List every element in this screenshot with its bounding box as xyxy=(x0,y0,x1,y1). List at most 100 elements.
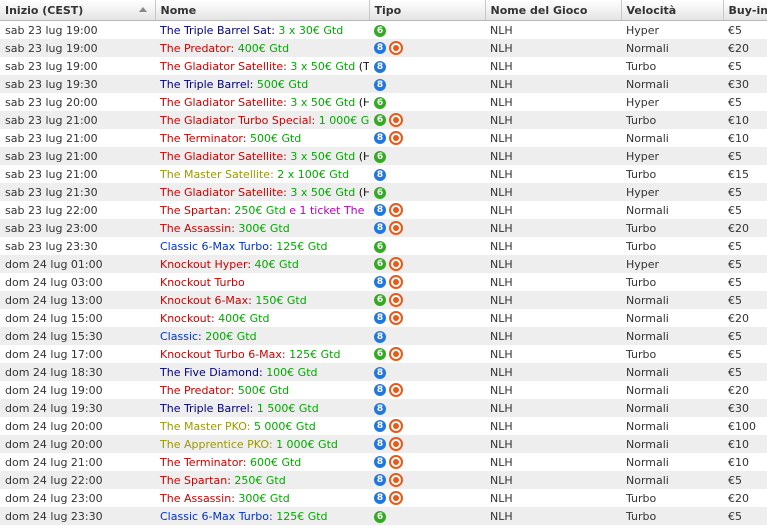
name-segment: Knockout xyxy=(160,311,211,325)
name-segment: The Gladiator Turbo Special xyxy=(160,113,312,127)
name-segment: (Hyper) xyxy=(358,95,369,109)
table-row[interactable]: sab 23 lug 21:00 The Master Satellite: 2 … xyxy=(0,165,767,183)
speed-cell: Normali xyxy=(621,39,723,57)
table-row[interactable]: sab 23 lug 20:00 The Gladiator Satellite:… xyxy=(0,93,767,111)
type-cell: 8 xyxy=(369,129,485,147)
buyin-cell: €20 xyxy=(728,383,749,397)
table-row[interactable]: sab 23 lug 19:00 The Predator: 400€ Gtd 8 N… xyxy=(0,39,767,57)
tournament-name-cell: The Gladiator Satellite: 3 x 50€ Gtd (Hy… xyxy=(155,183,369,201)
tournament-name-cell: Knockout 6-Max: 150€ Gtd xyxy=(155,291,369,309)
table-row[interactable]: dom 24 lug 20:00 The Master PKO: 5 000€ G… xyxy=(0,417,767,435)
game-cell: NLH xyxy=(485,399,621,417)
start-time-cell: dom 24 lug 23:30 xyxy=(0,507,155,525)
table-row[interactable]: dom 24 lug 15:30 Classic: 200€ Gtd 8 NLH Nor… xyxy=(0,327,767,345)
table-row[interactable]: dom 24 lug 23:00 The Assassin: 300€ Gtd 8 N… xyxy=(0,489,767,507)
start-time-cell: dom 24 lug 15:00 xyxy=(5,311,103,325)
table-row[interactable]: sab 23 lug 23:30 Classic 6-Max Turbo: 125… xyxy=(0,237,767,255)
game-cell: NLH xyxy=(490,59,513,73)
game-cell: NLH xyxy=(490,131,513,145)
table-row[interactable]: dom 24 lug 01:00 Knockout Hyper: 40€ Gtd 6… xyxy=(0,255,767,273)
table-row[interactable]: sab 23 lug 19:00 The Gladiator Satellite:… xyxy=(0,57,767,75)
name-segment: : xyxy=(230,383,238,397)
bounty-target-icon xyxy=(389,203,403,217)
name-segment: : xyxy=(246,419,254,433)
speed-cell: Hyper xyxy=(626,95,660,109)
table-row[interactable]: sab 23 lug 21:00 The Gladiator Satellite:… xyxy=(0,147,767,165)
start-time-cell: dom 24 lug 20:00 xyxy=(5,419,103,433)
buyin-cell: €5 xyxy=(728,347,742,361)
table-row[interactable]: sab 23 lug 19:30 The Triple Barrel: 500€ … xyxy=(0,75,767,93)
table-row[interactable]: sab 23 lug 23:00 The Assassin: 300€ Gtd 8 N… xyxy=(0,219,767,237)
name-segment: Knockout Turbo xyxy=(160,275,245,289)
game-cell: NLH xyxy=(485,111,621,129)
buyin-cell: €10 xyxy=(723,111,767,129)
type-cell: 6 xyxy=(369,111,485,129)
name-segment: : xyxy=(247,257,255,271)
type-cell: 8 xyxy=(369,75,485,93)
header-game[interactable]: Nome del Gioco xyxy=(485,0,622,21)
tournament-name-cell: The Spartan: 250€ Gtd e 1 ticket The Mas… xyxy=(155,201,369,219)
name-segment: The Gladiator Satellite xyxy=(160,59,284,73)
start-time-cell: sab 23 lug 23:00 xyxy=(0,219,155,237)
table-row[interactable]: dom 24 lug 23:30 Classic 6-Max Turbo: 125… xyxy=(0,507,767,525)
name-segment: 125€ Gtd xyxy=(276,239,328,253)
sort-ascending-icon[interactable] xyxy=(138,7,147,12)
table-row[interactable]: dom 24 lug 18:30 The Five Diamond: 100€ G… xyxy=(0,363,767,381)
table-row[interactable]: sab 23 lug 21:30 The Gladiator Satellite:… xyxy=(0,183,767,201)
tournament-name-cell: The Five Diamond: 100€ Gtd xyxy=(155,363,369,381)
name-segment: (Turbo) xyxy=(358,59,369,73)
name-segment: 300€ Gtd xyxy=(238,221,290,235)
header-buyin[interactable]: Buy-in xyxy=(723,0,767,21)
header-name[interactable]: Nome xyxy=(155,0,370,21)
name-segment: 200€ Gtd xyxy=(205,329,257,343)
type-cell: 6 xyxy=(369,507,485,525)
table-row[interactable]: dom 24 lug 17:00 Knockout Turbo 6-Max: 12… xyxy=(0,345,767,363)
header-type[interactable]: Tipo xyxy=(369,0,486,21)
bounty-target-icon xyxy=(389,275,403,289)
game-cell: NLH xyxy=(490,167,513,181)
table-row[interactable]: dom 24 lug 19:00 The Predator: 500€ Gtd 8 N… xyxy=(0,381,767,399)
type-cell: 8 xyxy=(369,417,485,435)
table-row[interactable]: sab 23 lug 19:00 The Triple Barrel Sat: 3… xyxy=(0,21,767,40)
name-segment: Classic 6-Max Turbo xyxy=(160,239,270,253)
bounty-target-icon xyxy=(389,491,403,505)
buyin-cell: €5 xyxy=(723,255,767,273)
speed-cell: Hyper xyxy=(621,183,723,201)
game-cell: NLH xyxy=(490,275,513,289)
start-time-cell: sab 23 lug 21:30 xyxy=(0,183,155,201)
type-cell: 8 xyxy=(369,309,485,327)
bounty-target-icon xyxy=(389,455,403,469)
table-row[interactable]: dom 24 lug 15:00 Knockout: 400€ Gtd 8 NLH No… xyxy=(0,309,767,327)
header-start[interactable]: Inizio (CEST) xyxy=(0,0,156,21)
table-size-badge-icon: 6 xyxy=(374,348,386,360)
table-row[interactable]: dom 24 lug 03:00 Knockout Turbo 8 NLH Turbo €… xyxy=(0,273,767,291)
table-row[interactable]: sab 23 lug 21:00 The Gladiator Turbo Spec… xyxy=(0,111,767,129)
table-row[interactable]: dom 24 lug 21:00 The Terminator: 600€ Gtd… xyxy=(0,453,767,471)
name-segment: The Master Satellite xyxy=(160,167,271,181)
bounty-target-icon xyxy=(389,311,403,325)
name-segment: 300€ Gtd xyxy=(238,491,290,505)
type-cell: 8 xyxy=(369,165,485,183)
header-speed[interactable]: Velocità xyxy=(621,0,724,21)
start-time-cell: sab 23 lug 20:00 xyxy=(5,95,98,109)
table-row[interactable]: sab 23 lug 22:00 The Spartan: 250€ Gtd e … xyxy=(0,201,767,219)
table-row[interactable]: dom 24 lug 19:30 The Triple Barrel: 1 500… xyxy=(0,399,767,417)
name-segment: : xyxy=(268,437,277,451)
table-size-badge-icon: 8 xyxy=(374,204,386,216)
table-row[interactable]: dom 24 lug 20:00 The Apprentice PKO: 1 00… xyxy=(0,435,767,453)
buyin-cell: €5 xyxy=(728,95,742,109)
table-size-badge-icon: 6 xyxy=(374,150,386,163)
type-cell: 8 xyxy=(369,201,485,219)
table-row[interactable]: dom 24 lug 13:00 Knockout 6-Max: 150€ Gtd… xyxy=(0,291,767,309)
start-time-cell: dom 24 lug 19:30 xyxy=(0,399,155,417)
game-cell: NLH xyxy=(485,471,621,489)
table-size-badge-icon: 6 xyxy=(374,258,386,270)
table-row[interactable]: dom 24 lug 22:00 The Spartan: 250€ Gtd 8 NL… xyxy=(0,471,767,489)
speed-cell: Normali xyxy=(621,471,723,489)
name-segment: The Terminator xyxy=(160,131,243,145)
speed-cell: Turbo xyxy=(626,491,657,505)
speed-cell: Normali xyxy=(626,419,669,433)
name-segment: 1 000€ Gtd xyxy=(318,113,369,127)
table-row[interactable]: sab 23 lug 21:00 The Terminator: 500€ Gtd… xyxy=(0,129,767,147)
bounty-target-icon xyxy=(389,437,403,451)
